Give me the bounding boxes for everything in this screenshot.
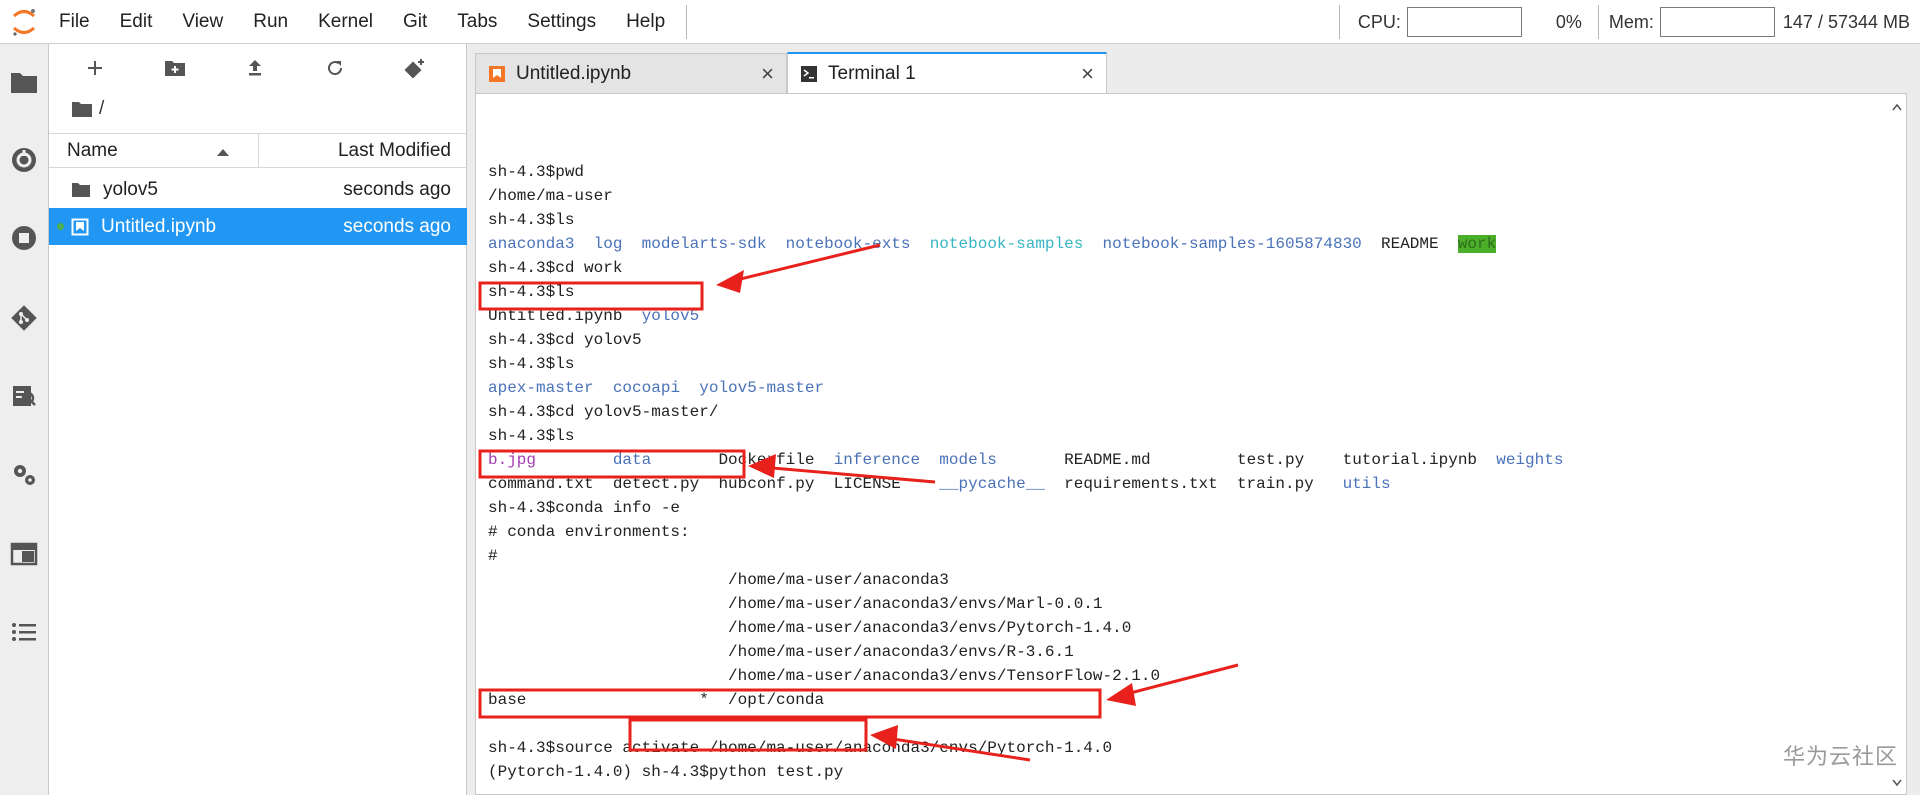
terminal-line: /home/ma-user/anaconda3 [488, 571, 949, 589]
mem-label: Mem: [1608, 11, 1654, 32]
terminal-line: sh-4.3$ls [488, 211, 575, 229]
tab-label: Terminal 1 [828, 62, 916, 84]
new-launcher-button[interactable] [81, 56, 109, 80]
running-indicator [57, 223, 64, 230]
terminal-line: Untitled.ipynb yolov5 [488, 307, 700, 325]
file-modified: seconds ago [343, 178, 451, 200]
file-list-header: Name Last Modified [49, 133, 467, 168]
terminal-line: sh-4.3$conda info -e [488, 499, 681, 517]
tab-close-button[interactable]: × [761, 61, 774, 87]
new-folder-button[interactable] [161, 56, 189, 80]
cpu-label: CPU: [1357, 11, 1401, 32]
breadcrumb-folder-icon[interactable] [71, 100, 93, 118]
notebook-icon [71, 218, 89, 236]
terminal-line: command.txt detect.py hubconf.py LICENSE… [488, 475, 1391, 493]
terminal-line: # [488, 547, 498, 565]
last-modified-column-header[interactable]: Last Modified [259, 134, 467, 167]
menu-settings[interactable]: Settings [512, 0, 611, 44]
terminal-line: sh-4.3$pwd [488, 163, 585, 181]
menu-bar: File Edit View Run Kernel Git Tabs Setti… [0, 0, 1920, 44]
terminal-line: /home/ma-user/anaconda3/envs/R-3.6.1 [488, 643, 1074, 661]
tab-close-button[interactable]: × [1081, 61, 1094, 87]
monitor-divider-left [1338, 5, 1340, 39]
git-clone-button[interactable] [401, 56, 429, 80]
menu-kernel[interactable]: Kernel [303, 0, 388, 44]
terminal-line: /home/ma-user [488, 187, 613, 205]
watermark: 华为云社区 [1782, 745, 1898, 770]
file-browser-panel: / Name Last Modified yolov5 seconds ago [49, 44, 467, 795]
terminal-line: /home/ma-user/anaconda3/envs/Pytorch-1.4… [488, 619, 1132, 637]
terminal-line: sh-4.3$ls [488, 355, 575, 373]
system-monitor: CPU: 0% Mem: 147 / 57344 MB [1333, 0, 1920, 44]
menu-git[interactable]: Git [388, 0, 442, 44]
menu-tabs[interactable]: Tabs [442, 0, 512, 44]
terminal-line: sh-4.3$cd yolov5-master/ [488, 403, 719, 421]
terminal-line: b.jpg data Dockerfile inference models R… [488, 451, 1564, 469]
terminal-tab-icon [800, 65, 818, 83]
settings-gears-icon[interactable] [8, 458, 40, 490]
git-icon[interactable] [8, 302, 40, 334]
refresh-button[interactable] [321, 56, 349, 80]
main-dock-area: Untitled.ipynb × Terminal 1 × sh-4.3$pwd… [467, 44, 1920, 795]
tabs-icon[interactable] [8, 538, 40, 570]
breadcrumb-root[interactable]: / [99, 98, 104, 120]
terminal-scrollbar[interactable] [1890, 100, 1904, 790]
terminal-output: sh-4.3$pwd/home/ma-user sh-4.3$ls anaconda… [488, 160, 1563, 784]
menu-help[interactable]: Help [611, 0, 680, 44]
jupyterlab-app: File Edit View Run Kernel Git Tabs Setti… [0, 0, 1920, 795]
last-modified-column-label: Last Modified [337, 139, 451, 161]
upload-button[interactable] [241, 56, 269, 80]
notebook-tab-icon [488, 65, 506, 83]
tab-label: Untitled.ipynb [516, 62, 632, 84]
terminal-line: sh-4.3$ls [488, 427, 575, 445]
jupyter-logo-icon [0, 0, 48, 44]
breadcrumb: / [71, 98, 104, 120]
sort-ascending-icon [216, 141, 230, 163]
terminal-line: sh-4.3$source activate /home/ma-user/ana… [488, 739, 1113, 757]
table-of-contents-icon[interactable] [8, 616, 40, 648]
file-row-untitled-ipynb[interactable]: Untitled.ipynb seconds ago [49, 208, 467, 245]
cpu-value: 0% [1555, 11, 1582, 32]
terminal-panel[interactable]: sh-4.3$pwd/home/ma-user sh-4.3$ls anaconda… [475, 93, 1907, 795]
terminal-line: /home/ma-user/anaconda3/envs/TensorFlow-… [488, 667, 1161, 685]
file-browser-toolbar [49, 44, 466, 92]
property-inspector-icon[interactable] [8, 380, 40, 412]
monitor-divider [1597, 5, 1599, 39]
tab-bar: Untitled.ipynb × Terminal 1 × [475, 52, 1107, 93]
menu-edit[interactable]: Edit [105, 0, 168, 44]
terminal-line: # conda environments: [488, 523, 690, 541]
terminal-line: base * /opt/conda [488, 691, 825, 709]
file-modified: seconds ago [343, 215, 451, 237]
stop-circle-icon[interactable] [8, 222, 40, 254]
mem-meter [1659, 7, 1775, 37]
menu-view[interactable]: View [167, 0, 238, 44]
file-row-yolov5[interactable]: yolov5 seconds ago [49, 171, 467, 208]
mem-value: 147 / 57344 MB [1782, 11, 1910, 32]
terminal-line: /home/ma-user/anaconda3/envs/Marl-0.0.1 [488, 595, 1103, 613]
terminal-line: sh-4.3$cd yolov5 [488, 331, 642, 349]
tab-terminal-1[interactable]: Terminal 1 × [787, 52, 1107, 93]
terminal-line: (Pytorch-1.4.0) sh-4.3$python test.py [488, 763, 844, 781]
left-sidebar [0, 44, 49, 795]
cpu-meter [1406, 7, 1522, 37]
terminal-line: apex-master cocoapi yolov5-master [488, 379, 825, 397]
file-name: yolov5 [103, 178, 158, 200]
running-kernels-icon[interactable] [8, 144, 40, 176]
folder-icon[interactable] [8, 66, 40, 98]
terminal-line: sh-4.3$ls [488, 283, 575, 301]
tab-untitled-ipynb[interactable]: Untitled.ipynb × [475, 53, 787, 93]
name-column-label: Name [67, 139, 118, 161]
terminal-line: sh-4.3$cd work [488, 259, 623, 277]
name-column-header[interactable]: Name [49, 134, 259, 167]
file-name: Untitled.ipynb [101, 215, 217, 237]
folder-icon [71, 182, 91, 198]
terminal-line: anaconda3 log modelarts-sdk notebook-ext… [488, 235, 1497, 253]
menu-file[interactable]: File [48, 0, 105, 44]
menu-divider [686, 4, 688, 39]
menu-run[interactable]: Run [238, 0, 303, 44]
